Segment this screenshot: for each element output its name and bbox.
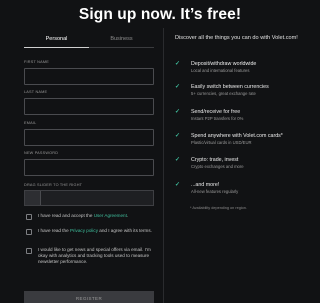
privacy-policy-text: I have read the Privacy policy and I agr… bbox=[38, 228, 152, 233]
feature-item: ✓ Send/receive for free Instant P2P trans… bbox=[175, 109, 315, 122]
feature-item: ✓ ...and more! All-new features regularly bbox=[175, 182, 315, 195]
feature-subtitle: Local and international features bbox=[191, 68, 250, 73]
feature-title: Spend anywhere with Volet.com cards* bbox=[191, 133, 283, 139]
check-icon: ✓ bbox=[175, 61, 181, 67]
newsletter-row: I would like to get news and special off… bbox=[26, 247, 154, 265]
check-icon: ✓ bbox=[175, 157, 181, 163]
feature-title: Deposit/withdraw worldwide bbox=[191, 61, 257, 67]
feature-item: ✓ Spend anywhere with Volet.com cards* Pl… bbox=[175, 133, 315, 146]
feature-subtitle: Plastic/virtual cards in USD/EUR bbox=[191, 140, 252, 145]
password-input[interactable] bbox=[25, 164, 153, 180]
first-name-label: FIRST NAME bbox=[24, 60, 49, 64]
column-divider bbox=[163, 28, 164, 303]
page-title: Sign up now. It’s free! bbox=[78, 6, 242, 23]
privacy-policy-link[interactable]: Privacy policy bbox=[70, 228, 98, 233]
slider-label: DRAG SLIDER TO THE RIGHT bbox=[24, 183, 83, 187]
feature-title: Easily switch between currencies bbox=[191, 84, 269, 90]
promo-intro: Discover all the things you can do with … bbox=[175, 35, 298, 41]
privacy-policy-row: I have read the Privacy policy and I agr… bbox=[26, 228, 154, 235]
feature-item: ✓ Easily switch between currencies 5+ cur… bbox=[175, 84, 315, 97]
register-button[interactable]: REGISTER bbox=[24, 291, 154, 303]
slider-handle[interactable] bbox=[25, 191, 41, 205]
last-name-label: LAST NAME bbox=[24, 90, 48, 94]
email-label: EMAIL bbox=[24, 121, 37, 125]
privacy-policy-checkbox[interactable] bbox=[26, 228, 32, 235]
captcha-slider[interactable] bbox=[24, 190, 154, 206]
user-agreement-checkbox[interactable] bbox=[26, 213, 32, 220]
newsletter-text: I would like to get news and special off… bbox=[38, 247, 151, 264]
feature-subtitle: All-new features regularly bbox=[191, 189, 239, 194]
tab-personal[interactable]: Personal bbox=[24, 34, 89, 48]
last-name-input[interactable] bbox=[25, 103, 153, 119]
newsletter-checkbox[interactable] bbox=[26, 247, 32, 254]
user-agreement-text: I have read and accept the User Agreemen… bbox=[38, 213, 129, 218]
account-type-tabs: Personal Business bbox=[24, 34, 154, 48]
feature-title: Crypto: trade, invest bbox=[191, 157, 239, 163]
feature-title: ...and more! bbox=[191, 182, 220, 188]
feature-subtitle: 5+ currencies, great exchange rate bbox=[191, 91, 256, 96]
first-name-field: FIRST NAME bbox=[24, 60, 154, 89]
feature-title: Send/receive for free bbox=[191, 109, 241, 115]
feature-item: ✓ Deposit/withdraw worldwide Local and in… bbox=[175, 61, 315, 74]
user-agreement-link[interactable]: User Agreement bbox=[94, 213, 127, 218]
first-name-input[interactable] bbox=[25, 73, 153, 89]
feature-item: ✓ Crypto: trade, invest Crypto exchanges … bbox=[175, 157, 315, 170]
user-agreement-row: I have read and accept the User Agreemen… bbox=[26, 213, 154, 220]
signup-form: Personal Business FIRST NAME LAST NAME E… bbox=[24, 34, 154, 303]
tab-business[interactable]: Business bbox=[89, 34, 154, 48]
password-label: NEW PASSWORD bbox=[24, 151, 59, 155]
availability-footnote: * Availability depending on region. bbox=[190, 206, 247, 210]
password-field: NEW PASSWORD bbox=[24, 151, 154, 180]
check-icon: ✓ bbox=[175, 133, 181, 139]
email-field: EMAIL bbox=[24, 121, 154, 150]
promo-panel: Discover all the things you can do with … bbox=[175, 34, 315, 210]
feature-subtitle: Crypto exchanges and more bbox=[191, 164, 244, 169]
email-input[interactable] bbox=[25, 134, 153, 150]
check-icon: ✓ bbox=[175, 84, 181, 90]
check-icon: ✓ bbox=[175, 182, 181, 188]
check-icon: ✓ bbox=[175, 109, 181, 115]
last-name-field: LAST NAME bbox=[24, 90, 154, 119]
feature-subtitle: Instant P2P transfers for 0% bbox=[191, 116, 244, 121]
